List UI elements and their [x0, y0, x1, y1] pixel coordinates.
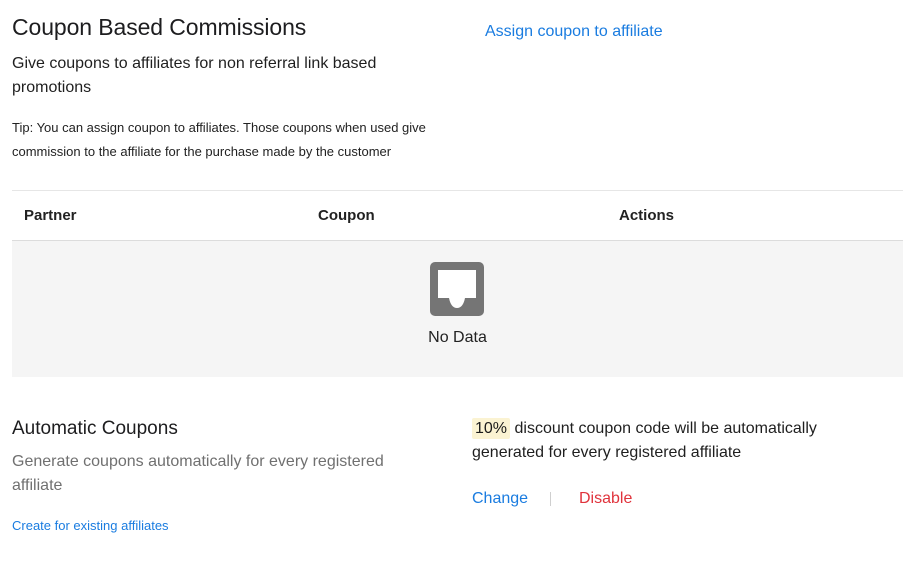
tip-text: Tip: You can assign coupon to affiliates…	[12, 120, 426, 159]
column-header-actions: Actions	[619, 207, 675, 224]
change-button[interactable]: Change	[472, 490, 528, 508]
assign-coupon-link[interactable]: Assign coupon to affiliate	[485, 23, 663, 41]
table-empty-state: No Data	[12, 241, 903, 377]
page-title: Coupon Based Commissions	[12, 14, 307, 40]
table-header: Partner Coupon Actions	[12, 190, 903, 241]
automatic-coupons-description: Generate coupons automatically for every…	[12, 453, 384, 494]
coupon-table: Partner Coupon Actions No Data	[12, 190, 903, 377]
action-divider	[550, 492, 551, 506]
disable-button[interactable]: Disable	[579, 490, 632, 508]
automatic-coupons-title: Automatic Coupons	[12, 418, 178, 439]
create-for-existing-link[interactable]: Create for existing affiliates	[12, 518, 169, 533]
discount-description: 10% discount coupon code will be automat…	[472, 417, 892, 465]
column-header-partner: Partner	[24, 207, 77, 224]
inbox-icon	[430, 262, 484, 316]
empty-text: No Data	[428, 329, 487, 346]
column-header-coupon: Coupon	[318, 207, 375, 224]
discount-percentage-badge: 10%	[472, 418, 511, 439]
page-subtitle: Give coupons to affiliates for non refer…	[12, 55, 377, 96]
discount-text: discount coupon code will be automatical…	[472, 420, 817, 461]
